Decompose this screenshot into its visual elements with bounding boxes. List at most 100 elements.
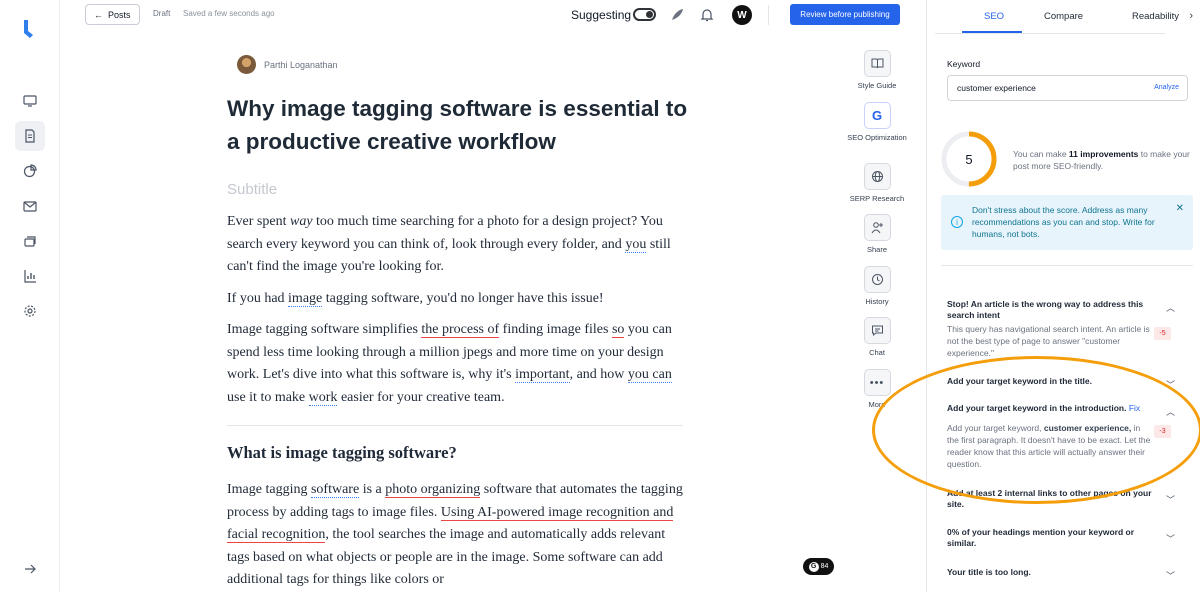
chevron-right-icon[interactable]: › [1189,10,1193,22]
gear-icon[interactable] [15,296,45,326]
panel-tabs: SEO Compare Readability › [927,0,1200,34]
seo-optimization-tool[interactable]: G SEO Optimization [845,102,909,143]
serp-research-tool[interactable]: SERP Research [845,163,909,204]
chat-icon [863,317,891,344]
fix-link[interactable]: Fix [1129,403,1140,413]
author-avatar [237,55,256,74]
paragraph: Image tagging software simplifies the pr… [227,322,672,406]
recommendation-title: Stop! An article is the wrong way to add… [947,299,1144,320]
recommendation-item[interactable]: Stop! An article is the wrong way to add… [947,299,1195,359]
chevron-down-icon[interactable]: ﹀ [1166,493,1175,506]
brand-logo[interactable] [18,18,38,40]
tab-readability[interactable]: Readability [1132,11,1179,22]
recommendation-body: This query has navigational search inten… [947,324,1150,358]
arrow-left-icon: ← [94,9,103,20]
recommendation-title: Add your target keyword in the title. [947,376,1092,386]
analyze-button[interactable]: Analyze [1154,84,1179,91]
tool-label: SEO Optimization [847,133,907,142]
bar-chart-icon[interactable] [15,261,45,291]
section-heading[interactable]: What is image tagging software? [227,443,457,463]
penalty-badge: -5 [1154,327,1171,340]
tool-label: Style Guide [857,81,897,90]
share-tool[interactable]: Share [845,214,909,255]
saved-status: Saved a few seconds ago [183,9,275,18]
editor-body[interactable]: Image tagging software is a photo organi… [227,479,687,592]
chevron-down-icon[interactable]: ﹀ [1166,378,1175,391]
bell-icon[interactable] [698,6,716,24]
left-sidebar [0,0,60,592]
mail-icon[interactable] [15,191,45,221]
divider [768,5,769,25]
more-icon: ••• [863,369,891,396]
grammarly-count: 84 [820,563,829,570]
improvements-count: 11 improvements [1068,149,1139,159]
feather-icon[interactable] [668,6,686,24]
seo-panel: SEO Compare Readability › Keyword custom… [926,0,1200,592]
arrow-right-icon[interactable] [15,554,45,584]
top-bar: ← Posts Draft Saved a few seconds ago Su… [60,0,926,30]
recommendation-body-before: Add your target keyword, [947,423,1044,433]
document-icon[interactable] [15,121,45,151]
info-banner: i Don't stress about the score. Address … [941,195,1193,250]
tool-label: SERP Research [849,194,905,203]
back-button-label: Posts [108,9,131,20]
keyword-label: Keyword [947,59,981,69]
section-divider [227,425,683,426]
tab-divider [935,33,1165,34]
more-tool[interactable]: ••• More [845,369,909,410]
recommendation-title: Add your target keyword in the introduct… [947,403,1152,414]
score-summary: You can make 11 improvements to make you… [1013,148,1193,172]
recommendation-item[interactable]: Add at least 2 internal links to other p… [947,488,1195,510]
penalty-badge: -3 [1154,425,1171,438]
google-icon: G [863,102,891,129]
paragraph: Ever spent way too much time searching f… [227,214,671,274]
chevron-down-icon[interactable]: ﹀ [1166,569,1175,582]
chat-tool[interactable]: Chat [845,317,909,358]
tab-compare[interactable]: Compare [1044,11,1083,22]
add-user-icon [863,214,891,241]
panel-divider [941,265,1193,266]
style-guide-tool[interactable]: Style Guide [845,50,909,91]
monitor-icon[interactable] [15,86,45,116]
history-icon [863,266,891,293]
keyword-input[interactable]: customer experience Analyze [947,75,1188,101]
recommendation-item[interactable]: Add your target keyword in the introduct… [947,403,1195,470]
subtitle-input[interactable]: Subtitle [227,181,277,198]
post-title[interactable]: Why image tagging software is essential … [227,92,697,158]
layers-icon[interactable] [15,226,45,256]
grammarly-icon: G [808,561,819,572]
chevron-up-icon[interactable]: ︿ [1166,301,1175,314]
suggesting-toggle[interactable] [633,8,656,21]
keyword-value: customer experience [957,83,1036,93]
tool-label: Chat [869,348,885,357]
tool-label: History [865,297,889,306]
recommendation-title: Add at least 2 internal links to other p… [947,488,1152,509]
history-tool[interactable]: History [845,266,909,307]
editor-body[interactable]: Ever spent way too much time searching f… [227,211,687,418]
back-to-posts-button[interactable]: ← Posts [85,4,140,25]
recommendation-item[interactable]: Add your target keyword in the title. ﹀ [947,376,1195,390]
review-before-publishing-button[interactable]: Review before publishing [790,4,900,25]
recommendation-body: Add your target keyword, customer experi… [947,422,1152,470]
tool-label: Share [866,245,887,254]
info-icon: i [951,216,963,228]
user-avatar[interactable]: W [732,5,752,25]
info-text: Don't stress about the score. Address as… [972,205,1155,239]
score-summary-before: You can make [1013,149,1069,159]
chevron-down-icon[interactable]: ﹀ [1166,532,1175,545]
draft-status: Draft [153,9,171,18]
recommendation-item[interactable]: 0% of your headings mention your keyword… [947,527,1195,549]
tab-seo[interactable]: SEO [984,11,1004,22]
recommendation-title: 0% of your headings mention your keyword… [947,527,1135,548]
close-icon[interactable]: ✕ [1176,203,1184,214]
seo-score: 5 [965,151,973,167]
suggesting-label: Suggesting [571,8,632,22]
chevron-up-icon[interactable]: ︿ [1166,405,1175,418]
paragraph: If you had image tagging software, you'd… [227,290,604,307]
pie-chart-icon[interactable] [15,156,45,186]
grammarly-badge[interactable]: G 84 [803,558,834,575]
author-byline: Parthi Loganathan [237,55,338,74]
recommendation-item[interactable]: Your title is too long. ﹀ [947,567,1195,581]
tool-label: More [868,400,886,409]
recommendation-title-text: Add your target keyword in the introduct… [947,403,1127,413]
